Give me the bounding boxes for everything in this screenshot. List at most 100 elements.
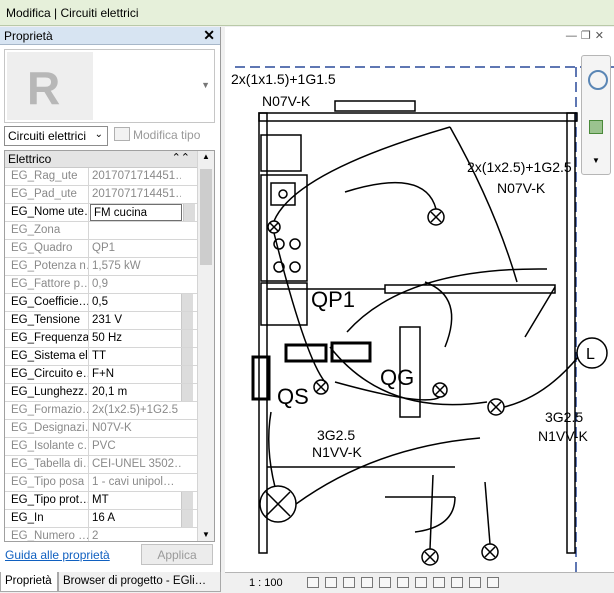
property-row[interactable]: EG_Numero … 2: [5, 528, 214, 541]
label-cable-top-1: 2x(1x1.5)+1G1.5: [231, 71, 336, 87]
property-value: 2017071714451…: [92, 170, 181, 182]
steering-wheel-icon[interactable]: [588, 70, 608, 90]
nav-dropdown-icon[interactable]: ▼: [592, 156, 600, 165]
property-row[interactable]: EG_In 16 A: [5, 510, 214, 528]
row-param-button: [181, 438, 193, 455]
property-row[interactable]: EG_Pad_ute 2017071714451…: [5, 186, 214, 204]
property-value: CEI-UNEL 3502…: [92, 458, 181, 470]
window-title: Modifica | Circuiti elettrici: [6, 6, 139, 20]
property-row[interactable]: EG_Tipo posa 1 - cavi unipol…: [5, 474, 214, 492]
row-param-button[interactable]: [181, 384, 193, 401]
properties-title: Proprietà: [4, 29, 53, 43]
row-param-button[interactable]: [181, 348, 193, 365]
property-key: EG_Circuito e…: [5, 366, 89, 383]
label-cable-right-2: N07V-K: [497, 180, 546, 196]
crop-view-icon[interactable]: [379, 577, 391, 588]
property-row[interactable]: EG_Nome ute… FM cucina: [5, 204, 214, 222]
property-key: EG_Nome ute…: [5, 204, 89, 221]
property-value[interactable]: TT: [89, 348, 181, 365]
property-value[interactable]: 0,5: [89, 294, 181, 311]
edit-type-button[interactable]: Modifica tipo: [114, 127, 200, 142]
type-dropdown-icon[interactable]: ▼: [201, 80, 210, 90]
property-row[interactable]: EG_Rag_ute 2017071714451…: [5, 168, 214, 186]
temp-hide-icon[interactable]: [415, 577, 427, 588]
type-selector[interactable]: R ▼: [4, 49, 215, 123]
property-value[interactable]: 231 V: [89, 312, 181, 329]
property-value[interactable]: 50 Hz: [89, 330, 181, 347]
property-key: EG_Isolante c…: [5, 438, 89, 455]
drawing-canvas[interactable]: —❐✕ 2x(1x1.5)+1G1.5 N07V-K 2x(1x2.5)+1G2…: [225, 27, 614, 572]
visual-style-icon[interactable]: [325, 577, 337, 588]
row-param-button: [181, 528, 193, 541]
close-icon[interactable]: ✕: [203, 27, 215, 44]
scroll-down-icon[interactable]: ▼: [202, 530, 210, 539]
property-key: EG_In: [5, 510, 89, 527]
svg-text:R: R: [27, 62, 60, 114]
shadows-icon[interactable]: [361, 577, 373, 588]
property-rows: EG_Rag_ute 2017071714451… EG_Pad_ute 201707…: [5, 168, 214, 541]
property-row[interactable]: EG_Isolante c… PVC: [5, 438, 214, 456]
property-row[interactable]: EG_Coefficie… 0,5: [5, 294, 214, 312]
apply-button[interactable]: Applica: [141, 544, 213, 565]
row-param-button[interactable]: [181, 330, 193, 347]
property-key: EG_Potenza n…: [5, 258, 89, 275]
row-param-button[interactable]: [183, 204, 195, 221]
label-cable-mid-1: 3G2.5: [317, 427, 355, 443]
property-value[interactable]: F+N: [89, 366, 181, 383]
row-param-button[interactable]: [181, 366, 193, 383]
highlight-icon[interactable]: [469, 577, 481, 588]
property-row[interactable]: EG_Tipo prot… MT: [5, 492, 214, 510]
edit-type-label: Modifica tipo: [133, 128, 201, 142]
property-row[interactable]: EG_Tensione 231 V: [5, 312, 214, 330]
label-panel-qp1: QP1: [311, 287, 355, 312]
scroll-up-icon[interactable]: ▲: [202, 152, 210, 161]
property-row[interactable]: EG_Tabella di… CEI-UNEL 3502…: [5, 456, 214, 474]
properties-scrollbar[interactable]: ▲ ▼: [197, 151, 214, 541]
property-row[interactable]: EG_Formazio… 2x(1x2.5)+1G2.5: [5, 402, 214, 420]
property-value[interactable]: 16 A: [89, 510, 181, 527]
property-row[interactable]: EG_Fattore p… 0,9: [5, 276, 214, 294]
property-key: EG_Tabella di…: [5, 456, 89, 473]
property-row[interactable]: EG_Sistema el…TT: [5, 348, 214, 366]
property-row[interactable]: EG_Frequenza 50 Hz: [5, 330, 214, 348]
row-param-button[interactable]: [181, 492, 193, 509]
property-key: EG_Zona: [5, 222, 89, 239]
properties-header: Proprietà ✕: [0, 27, 220, 45]
collapse-icon[interactable]: ⌃⌃: [172, 151, 190, 164]
row-param-button[interactable]: [181, 294, 193, 311]
property-row[interactable]: EG_Designazi… N07V-K: [5, 420, 214, 438]
property-value: 1 - cavi unipol…: [92, 476, 175, 488]
property-row[interactable]: EG_Circuito e… F+N: [5, 366, 214, 384]
navigation-bar: ▼: [581, 55, 611, 175]
property-value[interactable]: 20,1 m: [89, 384, 181, 401]
show-crop-icon[interactable]: [397, 577, 409, 588]
property-value-input[interactable]: FM cucina: [90, 204, 182, 221]
view-scale[interactable]: 1 : 100: [249, 577, 283, 589]
properties-help-link[interactable]: Guida alle proprietà: [5, 548, 110, 562]
revit-family-icon: R: [7, 52, 93, 120]
row-param-button[interactable]: [181, 312, 193, 329]
category-value: Circuiti elettrici: [8, 129, 87, 143]
scroll-thumb[interactable]: [200, 169, 212, 265]
zoom-icon[interactable]: [589, 120, 603, 134]
tab-properties[interactable]: Proprietà: [0, 572, 58, 592]
property-key: EG_Quadro: [5, 240, 89, 257]
sun-path-icon[interactable]: [343, 577, 355, 588]
row-param-button[interactable]: [181, 510, 193, 527]
property-row[interactable]: EG_Potenza n… 1,575 kW: [5, 258, 214, 276]
constraints-icon[interactable]: [487, 577, 499, 588]
category-select[interactable]: Circuiti elettrici ⌄: [4, 126, 108, 146]
row-param-button: [181, 456, 193, 473]
property-row[interactable]: EG_Lunghezz… 20,1 m: [5, 384, 214, 402]
reveal-hidden-icon[interactable]: [433, 577, 445, 588]
detail-level-icon[interactable]: [307, 577, 319, 588]
tab-project-browser[interactable]: Browser di progetto - EGli…: [58, 572, 221, 592]
property-value: [89, 222, 181, 239]
property-value: N07V-K: [92, 422, 132, 434]
property-row[interactable]: EG_Zona: [5, 222, 214, 240]
analysis-icon[interactable]: [451, 577, 463, 588]
property-row[interactable]: EG_Quadro QP1: [5, 240, 214, 258]
property-key: EG_Frequenza: [5, 330, 89, 347]
group-header-elettrico[interactable]: Elettrico ⌃⌃: [5, 151, 214, 168]
property-value[interactable]: MT: [89, 492, 181, 509]
